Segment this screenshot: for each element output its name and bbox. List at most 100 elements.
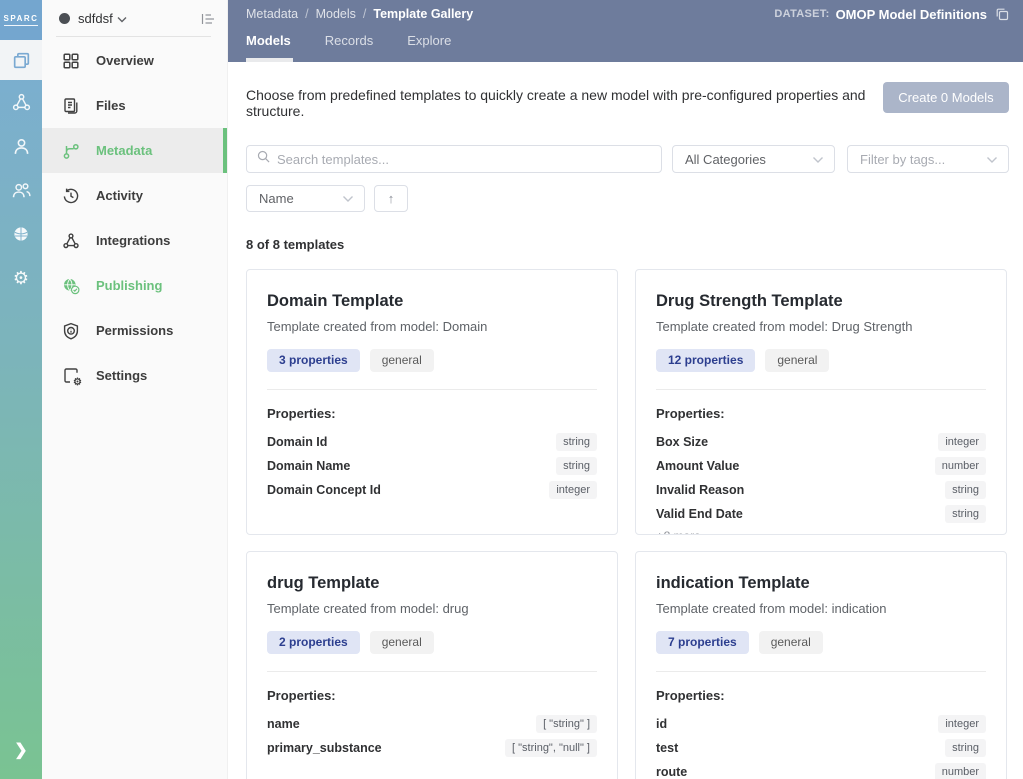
template-title: Domain Template <box>267 292 404 310</box>
chevron-down-icon <box>342 191 354 206</box>
tab-bar: Models Records Explore <box>246 33 1009 62</box>
sidebar-item-label: Permissions <box>96 323 174 338</box>
app-frame: SPARC ⚙ ❯ sdfdsf Overview Files Metadata… <box>0 0 1023 779</box>
icon-rail: SPARC ⚙ ❯ <box>0 0 42 779</box>
template-title: drug Template <box>267 574 380 592</box>
template-gallery: Choose from predefined templates to quic… <box>228 62 1023 779</box>
search-input[interactable] <box>277 151 651 167</box>
divider <box>656 671 986 673</box>
template-card-drug[interactable]: drug Template Template created from mode… <box>246 551 618 779</box>
template-card-indication[interactable]: indication Template Template created fro… <box>635 551 1007 779</box>
tab-explore[interactable]: Explore <box>407 33 451 62</box>
main-area: Metadata / Models / Template Gallery DAT… <box>228 0 1023 779</box>
rail-item-integrations[interactable] <box>0 80 42 124</box>
dataset-name: OMOP Model Definitions <box>835 6 987 22</box>
property-row: Valid End Date string <box>656 505 986 524</box>
property-type-chip: string <box>556 433 597 452</box>
properties-heading: Properties: <box>267 406 336 422</box>
breadcrumb-models[interactable]: Models <box>316 7 356 21</box>
breadcrumb-current: Template Gallery <box>373 7 474 21</box>
sidebar-item-label: Files <box>96 98 126 113</box>
workspace-selector[interactable]: sdfdsf <box>42 0 227 37</box>
breadcrumb-separator: / <box>305 7 309 21</box>
rail-item-team[interactable] <box>0 168 42 212</box>
property-row: primary_substance [ "string", "null" ] <box>267 739 597 758</box>
dataset-label: DATASET: <box>774 8 830 20</box>
tags-filter-placeholder: Filter by tags... <box>860 151 946 167</box>
rail-item-profile[interactable] <box>0 124 42 168</box>
property-row: Box Size integer <box>656 433 986 452</box>
tags-filter-select[interactable]: Filter by tags... <box>847 145 1009 173</box>
sidebar-item-overview[interactable]: Overview <box>42 38 227 83</box>
sidebar-item-permissions[interactable]: Permissions <box>42 308 227 353</box>
template-card-drug-strength[interactable]: Drug Strength Template Template created … <box>635 269 1007 535</box>
windows-icon <box>11 50 32 71</box>
badge-row: 7 properties general <box>656 631 986 655</box>
gear-icon: ⚙ <box>73 376 82 388</box>
property-row: test string <box>656 739 986 758</box>
settings-panel-icon: ⚙ <box>62 367 82 388</box>
filter-row: All Categories Filter by tags... <box>246 145 1009 173</box>
sidebar-item-files[interactable]: Files <box>42 83 227 128</box>
breadcrumb-metadata[interactable]: Metadata <box>246 7 298 21</box>
property-row: Domain Id string <box>267 433 597 452</box>
badge-row: 12 properties general <box>656 349 986 373</box>
sidebar-item-integrations[interactable]: Integrations <box>42 218 227 263</box>
tab-models[interactable]: Models <box>246 33 293 62</box>
category-filter-value: All Categories <box>685 151 766 167</box>
template-card-domain[interactable]: Domain Template Template created from mo… <box>246 269 618 535</box>
sidebar-item-activity[interactable]: Activity <box>42 173 227 218</box>
properties-heading: Properties: <box>656 406 725 422</box>
property-name: id <box>656 717 668 732</box>
category-badge: general <box>369 631 434 655</box>
copy-icon[interactable] <box>995 7 1009 21</box>
create-models-button[interactable]: Create 0 Models <box>883 82 1009 113</box>
sparc-logo: SPARC <box>0 0 42 40</box>
property-row: name [ "string" ] <box>267 715 597 734</box>
property-name: name <box>267 717 300 732</box>
property-name: test <box>656 741 679 756</box>
property-row: Domain Concept Id integer <box>267 481 597 500</box>
history-clock-icon <box>62 187 80 205</box>
breadcrumb-separator: / <box>362 7 367 21</box>
category-badge: general <box>758 631 823 655</box>
sidebar-item-publishing[interactable]: Publishing <box>42 263 227 308</box>
category-badge: general <box>369 349 434 373</box>
sidebar-item-label: Overview <box>96 53 154 68</box>
property-name: Amount Value <box>656 459 740 474</box>
template-search[interactable] <box>246 145 662 173</box>
properties-count-badge: 7 properties <box>656 631 749 655</box>
network-icon <box>11 92 32 113</box>
collapse-sidebar-icon[interactable] <box>201 13 215 25</box>
rail-spacer <box>0 300 42 721</box>
property-type-chip: integer <box>549 481 597 500</box>
sort-ascending-icon: ↑ <box>387 191 395 206</box>
property-row: Domain Name string <box>267 457 597 476</box>
rail-item-publish[interactable] <box>0 212 42 256</box>
tab-records[interactable]: Records <box>325 33 373 62</box>
template-grid: Domain Template Template created from mo… <box>246 269 1009 779</box>
property-type-chip: integer <box>938 433 986 452</box>
category-filter-select[interactable]: All Categories <box>672 145 835 173</box>
people-icon <box>11 180 32 201</box>
sort-field-select[interactable]: Name <box>246 185 365 212</box>
sidebar-item-label: Activity <box>96 188 143 203</box>
sidebar-item-metadata[interactable]: Metadata <box>42 128 227 173</box>
sort-field-value: Name <box>259 191 294 206</box>
chevron-down-icon <box>986 152 998 167</box>
divider <box>267 671 597 673</box>
sort-direction-button[interactable]: ↑ <box>374 185 408 212</box>
property-name: Domain Concept Id <box>267 483 381 498</box>
sidebar-item-settings[interactable]: ⚙ Settings <box>42 353 227 398</box>
property-name: primary_substance <box>267 741 382 756</box>
properties-heading: Properties: <box>267 688 336 704</box>
properties-count-badge: 3 properties <box>267 349 360 373</box>
dataset-info: DATASET: OMOP Model Definitions <box>774 7 1009 22</box>
badge-row: 2 properties general <box>267 631 597 655</box>
workspace-avatar <box>59 13 70 24</box>
property-row: id integer <box>656 715 986 734</box>
rail-item-settings[interactable]: ⚙ <box>0 256 42 300</box>
rail-item-workspaces[interactable] <box>0 40 42 80</box>
expand-rail-button[interactable]: ❯ <box>0 721 42 779</box>
property-type-chip: string <box>945 739 986 758</box>
